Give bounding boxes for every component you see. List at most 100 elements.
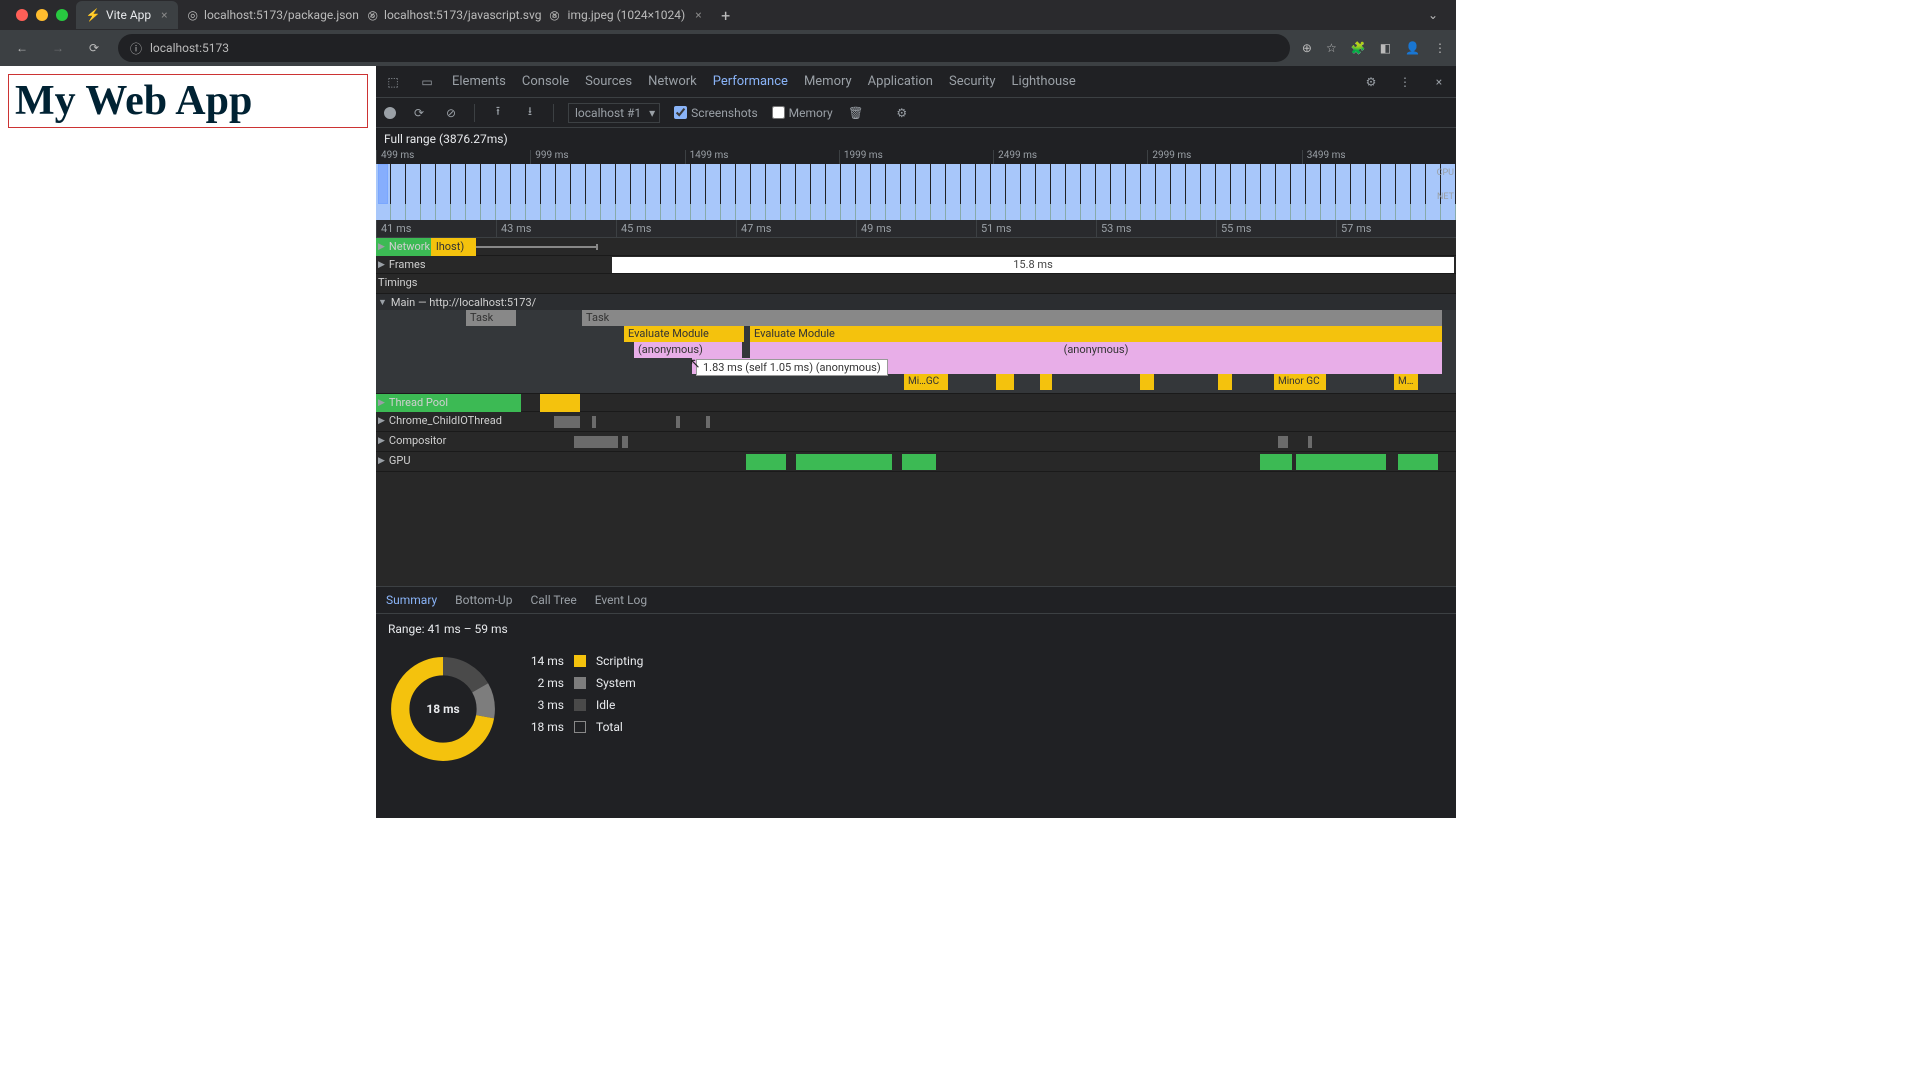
minor-gc-bar[interactable]: Minor GC	[1274, 374, 1326, 390]
gpu-bar[interactable]	[902, 454, 936, 470]
compositor-chunk[interactable]	[1308, 436, 1312, 448]
device-toggle-icon[interactable]: ▭	[418, 73, 436, 91]
tab-img[interactable]: ◎ img.jpeg (1024×1024) ×	[538, 1, 712, 29]
btab-summary[interactable]: Summary	[386, 593, 437, 607]
new-tab-button[interactable]: +	[712, 6, 740, 25]
expand-icon[interactable]: ▶	[378, 436, 385, 446]
overview-selection[interactable]	[378, 164, 388, 204]
back-button[interactable]: ←	[10, 36, 34, 60]
overview-timeline[interactable]: 499 ms 999 ms 1499 ms 1999 ms 2499 ms 29…	[376, 150, 1456, 220]
tab-list-chevron-icon[interactable]: ⌄	[1418, 8, 1448, 22]
maximize-window[interactable]	[56, 9, 68, 21]
extensions-icon[interactable]: 🧩	[1351, 41, 1366, 55]
evaluate-module-bar[interactable]: Evaluate Module	[624, 326, 744, 342]
profile-select[interactable]: localhost #1	[568, 103, 660, 123]
bookmark-icon[interactable]: ☆	[1326, 41, 1337, 55]
tab-sources[interactable]: Sources	[585, 68, 632, 95]
io-chunk[interactable]	[706, 416, 710, 428]
record-button[interactable]	[384, 107, 396, 119]
sidepanel-icon[interactable]: ◧	[1380, 41, 1391, 55]
evaluate-module-bar[interactable]: Evaluate Module	[750, 326, 1442, 342]
overview-body[interactable]: CPU NET	[376, 164, 1456, 204]
minor-gc-bar[interactable]: M…	[1394, 374, 1418, 390]
child-io-track[interactable]: ▶Chrome_ChildIOThread	[376, 412, 1456, 432]
forward-button[interactable]: →	[46, 36, 70, 60]
minimize-window[interactable]	[36, 9, 48, 21]
gpu-bar[interactable]	[1296, 454, 1386, 470]
minor-gc-bar[interactable]	[1218, 374, 1232, 390]
gpu-bar[interactable]	[1398, 454, 1438, 470]
anonymous-bar[interactable]: (anonymous)	[750, 342, 1442, 358]
btab-call-tree[interactable]: Call Tree	[530, 593, 576, 607]
memory-checkbox[interactable]: Memory	[772, 106, 833, 120]
collapse-icon[interactable]: ▼	[378, 297, 387, 308]
expand-icon[interactable]: ▶	[378, 242, 385, 252]
minor-gc-bar[interactable]: Mi…GC	[904, 374, 948, 390]
task-bar[interactable]: Task	[582, 310, 1442, 326]
expand-icon[interactable]: ▶	[378, 260, 385, 270]
screenshots-checkbox[interactable]: Screenshots	[674, 106, 757, 120]
tab-application[interactable]: Application	[868, 68, 933, 95]
gpu-bar[interactable]	[1260, 454, 1292, 470]
close-icon[interactable]: ×	[1430, 73, 1448, 91]
close-window[interactable]	[16, 9, 28, 21]
reload-record-icon[interactable]: ⟳	[410, 104, 428, 122]
network-track[interactable]: ▶Networklhost)	[376, 238, 1456, 256]
upload-icon[interactable]: ⭱	[489, 104, 507, 122]
flame-chart[interactable]: ▶Networklhost) ▶Frames 15.8 ms Timings ▼…	[376, 238, 1456, 586]
minor-gc-bar[interactable]	[996, 374, 1014, 390]
minor-gc-bar[interactable]	[1040, 374, 1052, 390]
compositor-chunk[interactable]	[622, 436, 628, 448]
tab-js-svg[interactable]: ◎ localhost:5173/javascript.svg ×	[358, 1, 538, 29]
tab-elements[interactable]: Elements	[452, 68, 506, 95]
gear-icon[interactable]: ⚙	[1362, 73, 1380, 91]
legend-label: Total	[596, 720, 623, 734]
gpu-bar[interactable]	[796, 454, 892, 470]
inspect-icon[interactable]: ⬚	[384, 73, 402, 91]
profile-icon[interactable]: 👤	[1405, 41, 1420, 55]
btab-bottom-up[interactable]: Bottom-Up	[455, 593, 512, 607]
task-bar[interactable]: Task	[466, 310, 516, 326]
gpu-track[interactable]: ▶GPU	[376, 452, 1456, 472]
clear-icon[interactable]: ⊘	[442, 104, 460, 122]
tab-lighthouse[interactable]: Lighthouse	[1012, 68, 1076, 95]
close-tab-icon[interactable]: ×	[695, 8, 701, 22]
thread-pool-track[interactable]: ▶Thread Pool	[376, 394, 1456, 412]
expand-icon[interactable]: ▶	[378, 456, 385, 466]
tab-vite-app[interactable]: ⚡ Vite App ×	[76, 1, 178, 29]
tab-package-json[interactable]: ◎ localhost:5173/package.json ×	[178, 1, 358, 29]
menu-icon[interactable]: ⋮	[1434, 41, 1446, 55]
io-chunk[interactable]	[554, 416, 580, 428]
download-icon[interactable]: ⭳	[521, 104, 539, 122]
compositor-chunk[interactable]	[574, 436, 618, 448]
thread-pool-bar[interactable]	[540, 394, 580, 412]
btab-event-log[interactable]: Event Log	[595, 593, 647, 607]
settings-icon[interactable]: ⚙	[893, 104, 911, 122]
io-chunk[interactable]	[676, 416, 680, 428]
expand-icon[interactable]: ▶	[378, 398, 385, 408]
tab-memory[interactable]: Memory	[804, 68, 852, 95]
expand-icon[interactable]: ▶	[378, 416, 385, 426]
timings-track[interactable]: Timings	[376, 274, 1456, 294]
anonymous-bar[interactable]: (anonymous)	[634, 342, 742, 358]
more-icon[interactable]: ⋮	[1396, 73, 1414, 91]
site-info-icon[interactable]: ⓘ	[130, 40, 142, 57]
tab-console[interactable]: Console	[522, 68, 569, 95]
tab-network[interactable]: Network	[648, 68, 697, 95]
main-chart[interactable]: Task Task Evaluate Module Evaluate Modul…	[376, 310, 1456, 394]
tab-security[interactable]: Security	[949, 68, 996, 95]
frames-track[interactable]: ▶Frames 15.8 ms	[376, 256, 1456, 274]
gpu-bar[interactable]	[746, 454, 786, 470]
gc-icon[interactable]: 🗑	[847, 104, 865, 122]
compositor-track[interactable]: ▶Compositor	[376, 432, 1456, 452]
io-chunk[interactable]	[592, 416, 596, 428]
zoom-icon[interactable]: ⊕	[1302, 41, 1312, 55]
tab-performance[interactable]: Performance	[713, 68, 788, 95]
close-tab-icon[interactable]: ×	[161, 8, 167, 22]
compositor-chunk[interactable]	[1278, 436, 1288, 448]
minor-gc-bar[interactable]	[1140, 374, 1154, 390]
url-field[interactable]: ⓘ localhost:5173	[118, 34, 1290, 62]
main-track[interactable]: ▼Main — http://localhost:5173/ Task Task…	[376, 294, 1456, 394]
reload-button[interactable]: ⟳	[82, 36, 106, 60]
frame-bar[interactable]: 15.8 ms	[612, 257, 1454, 273]
